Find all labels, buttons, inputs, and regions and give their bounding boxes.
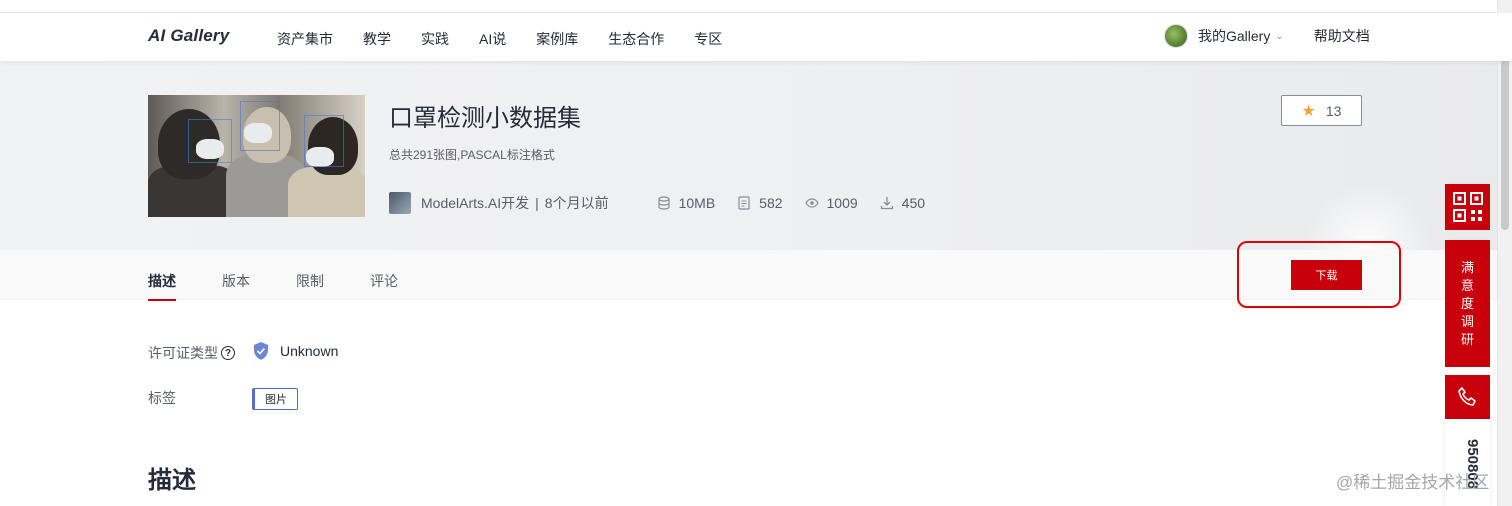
watermark: @稀土掘金技术社区: [1336, 473, 1490, 492]
dataset-header: 口罩检测小数据集 总共291张图,PASCAL标注格式 ModelArts.AI…: [0, 61, 1512, 311]
nav-item-market[interactable]: 资产集市: [277, 29, 333, 49]
logo-text-suffix: allery: [183, 26, 230, 45]
database-icon: [657, 196, 670, 210]
license-value-text: Unknown: [280, 343, 339, 359]
meta-separator: |: [535, 195, 539, 211]
document-icon: [738, 196, 750, 210]
nav-item-ai-talk[interactable]: AI说: [479, 29, 506, 49]
qr-code-icon: [1452, 192, 1483, 222]
star-button[interactable]: ★ 13: [1281, 95, 1362, 126]
tags-label: 标签: [148, 388, 176, 408]
top-navigation: AI Gallery 资产集市 教学 实践 AI说 案例库 生态合作 专区 我的…: [0, 13, 1512, 61]
size-stat: 10MB: [657, 195, 716, 211]
downloads-value: 450: [901, 195, 926, 211]
download-icon: [880, 197, 893, 210]
phone-button[interactable]: [1445, 375, 1490, 419]
ai-gallery-logo[interactable]: AI Gallery: [148, 26, 229, 46]
help-docs-link[interactable]: 帮助文档: [1314, 26, 1370, 46]
section-title-description: 描述: [148, 467, 196, 494]
files-value: 582: [759, 195, 783, 211]
license-label-text: 许可证类型: [148, 345, 218, 361]
dataset-title: 口罩检测小数据集: [389, 105, 581, 132]
nav-item-practice[interactable]: 实践: [421, 29, 449, 49]
survey-char: 度: [1460, 295, 1474, 311]
eye-icon: [804, 198, 819, 208]
nav-item-teaching[interactable]: 教学: [363, 29, 391, 49]
dataset-thumbnail: [148, 95, 365, 217]
license-label: 许可证类型 ?: [148, 343, 235, 363]
license-value: Unknown: [252, 341, 338, 361]
chevron-down-icon[interactable]: ⌄: [1275, 31, 1283, 42]
dataset-meta: ModelArts.AI开发 | 8个月以前 10MB 582 1009 450: [389, 192, 925, 214]
avatar[interactable]: [1164, 24, 1188, 48]
size-value: 10MB: [678, 195, 716, 211]
publisher-logo: [389, 192, 411, 214]
tab-description[interactable]: 描述: [148, 271, 176, 301]
downloads-stat: 450: [880, 195, 925, 211]
tags-label-text: 标签: [148, 390, 176, 406]
published-time: 8个月以前: [544, 195, 609, 211]
survey-char: 意: [1460, 277, 1474, 293]
tab-comments[interactable]: 评论: [370, 271, 398, 291]
publisher-name[interactable]: ModelArts.AI开发: [421, 193, 529, 213]
highlight-annotation: [1237, 241, 1401, 308]
survey-char: 调: [1460, 313, 1474, 329]
nav-user-area: 我的Gallery ⌄ 帮助文档: [1164, 24, 1370, 48]
logo-text-prefix: AI G: [148, 26, 184, 45]
nav-item-cases[interactable]: 案例库: [536, 29, 578, 49]
qr-code-button[interactable]: [1445, 184, 1490, 230]
tag-chip[interactable]: 图片: [252, 388, 298, 410]
nav-item-zone[interactable]: 专区: [694, 29, 722, 49]
my-gallery-menu[interactable]: 我的Gallery: [1198, 26, 1270, 46]
phone-icon: [1457, 387, 1476, 406]
dataset-subtitle: 总共291张图,PASCAL标注格式: [389, 148, 555, 162]
star-count: 13: [1325, 102, 1342, 119]
tab-restrictions[interactable]: 限制: [296, 271, 324, 291]
help-circle-icon[interactable]: ?: [221, 346, 235, 360]
star-icon: ★: [1301, 102, 1316, 120]
survey-char: 研: [1460, 331, 1474, 347]
survey-char: 满: [1460, 259, 1474, 275]
satisfaction-survey-button[interactable]: 满 意 度 调 研: [1445, 240, 1490, 367]
nav-menu: 资产集市 教学 实践 AI说 案例库 生态合作 专区: [277, 29, 752, 49]
browser-top-strip: [0, 0, 1512, 13]
page-scrollbar[interactable]: [1497, 0, 1512, 506]
nav-item-ecosystem[interactable]: 生态合作: [608, 29, 664, 49]
shield-check-icon: [254, 342, 268, 360]
files-stat: 582: [737, 195, 783, 211]
views-value: 1009: [826, 195, 858, 211]
views-stat: 1009: [804, 195, 858, 211]
tab-versions[interactable]: 版本: [222, 271, 250, 291]
